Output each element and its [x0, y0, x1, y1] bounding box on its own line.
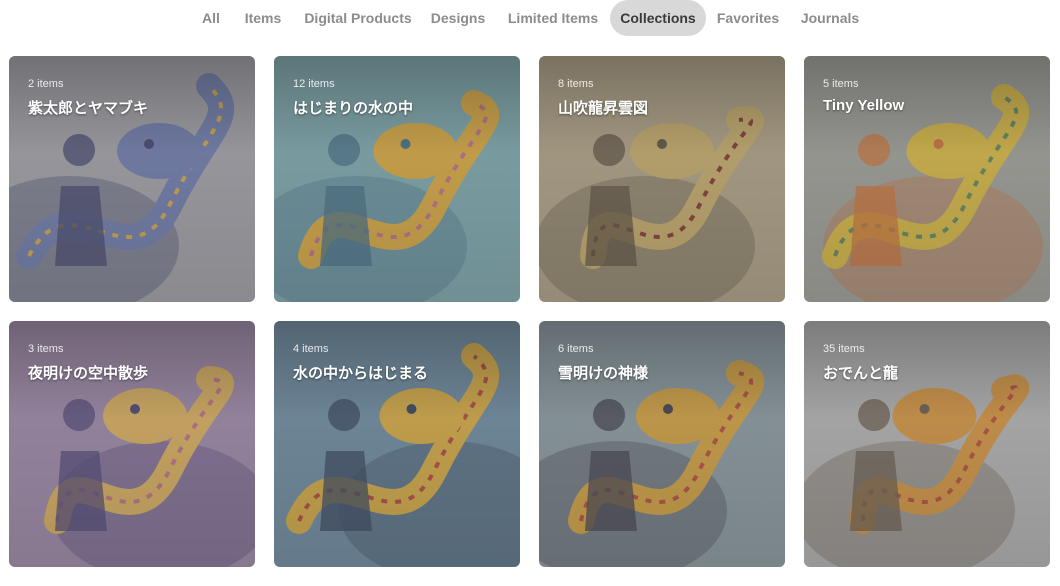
- collections-grid: 2 items 紫太郎とヤマブキ 12 items はじまりの水の中 8 items 山吹…: [0, 0, 1060, 586]
- cover-shade-overlay: [274, 56, 520, 302]
- collection-card-yukiake[interactable]: 6 items 雪明けの神様: [539, 321, 785, 567]
- collection-item-count: 2 items: [28, 78, 64, 90]
- collection-title: 水の中からはじまる: [293, 365, 429, 382]
- collection-card-oden[interactable]: 35 items おでんと龍: [804, 321, 1050, 567]
- collection-title: はじまりの水の中: [293, 100, 414, 117]
- collection-title: 山吹龍昇雲図: [558, 100, 649, 117]
- collection-card-yoake[interactable]: 3 items 夜明けの空中散歩: [9, 321, 255, 567]
- collection-title: おでんと龍: [823, 365, 899, 382]
- collection-title: Tiny Yellow: [823, 97, 905, 114]
- collection-card-yamabuki-ryu[interactable]: 8 items 山吹龍昇雲図: [539, 56, 785, 302]
- collection-item-count: 12 items: [293, 78, 335, 90]
- collection-item-count: 3 items: [28, 343, 64, 355]
- collection-item-count: 35 items: [823, 343, 865, 355]
- collection-item-count: 6 items: [558, 343, 594, 355]
- collection-title: 夜明けの空中散歩: [28, 365, 149, 382]
- cover-shade-overlay: [804, 56, 1050, 302]
- collection-card-mizu-no-naka[interactable]: 4 items 水の中からはじまる: [274, 321, 520, 567]
- collection-card-murasaki-taro[interactable]: 2 items 紫太郎とヤマブキ: [9, 56, 255, 302]
- collection-card-hajimari[interactable]: 12 items はじまりの水の中: [274, 56, 520, 302]
- cover-shade-overlay: [804, 321, 1050, 567]
- cover-shade-overlay: [9, 56, 255, 302]
- cover-shade-overlay: [274, 321, 520, 567]
- collection-item-count: 8 items: [558, 78, 594, 90]
- cover-shade-overlay: [9, 321, 255, 567]
- cover-shade-overlay: [539, 56, 785, 302]
- collection-title: 雪明けの神様: [558, 365, 649, 382]
- collection-item-count: 4 items: [293, 343, 329, 355]
- cover-shade-overlay: [539, 321, 785, 567]
- collection-item-count: 5 items: [823, 78, 859, 90]
- collection-title: 紫太郎とヤマブキ: [28, 100, 149, 117]
- collection-card-tiny-yellow[interactable]: 5 items Tiny Yellow: [804, 56, 1050, 302]
